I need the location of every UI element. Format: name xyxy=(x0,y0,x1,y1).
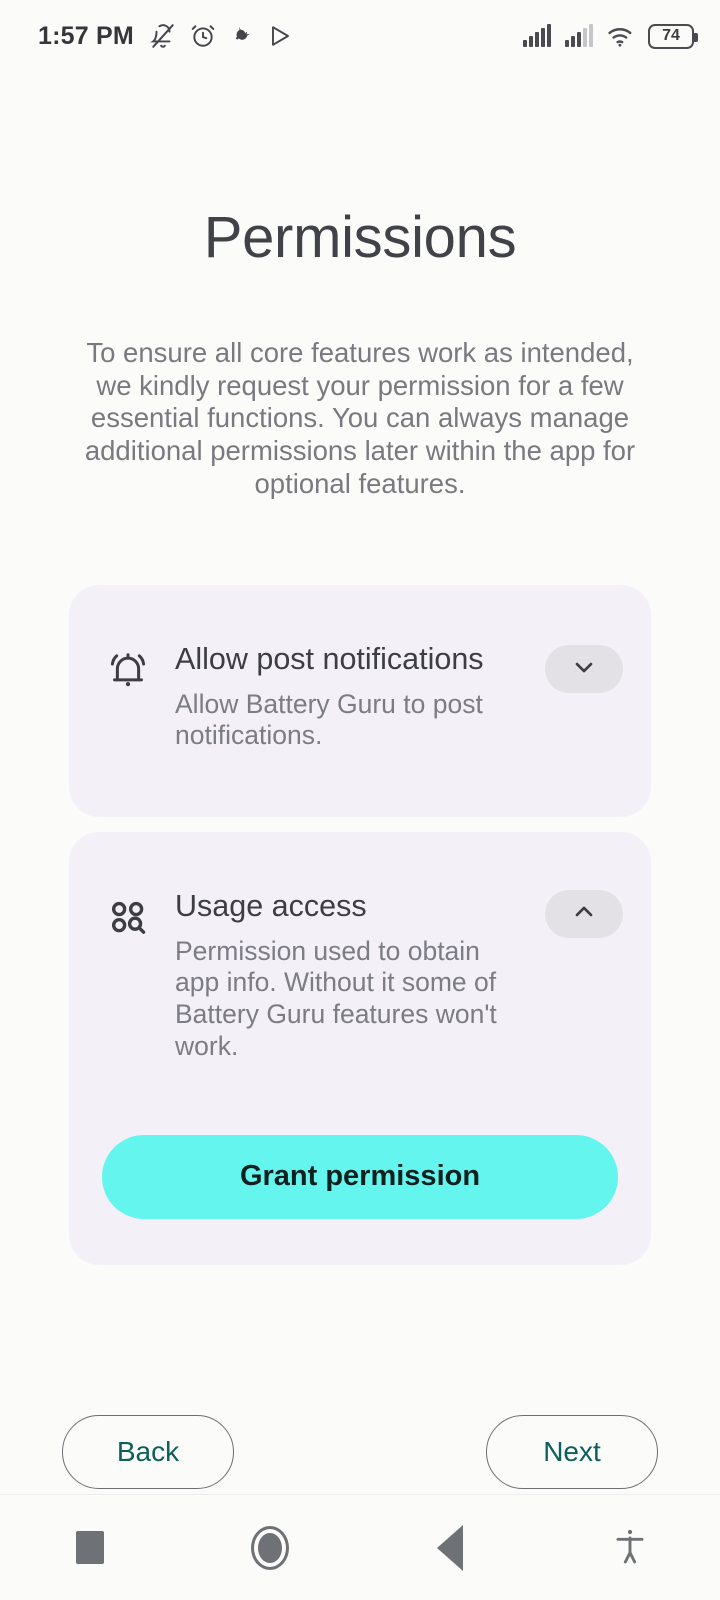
status-bar-clock: 1:57 PM xyxy=(38,21,134,50)
permission-card-header: Usage access Permission used to obtain a… xyxy=(97,832,623,1063)
expand-toggle-usage-access[interactable] xyxy=(545,889,623,938)
accessibility-icon xyxy=(614,1526,646,1569)
recents-square-icon xyxy=(76,1531,104,1564)
permissions-list: Allow post notifications Allow Battery G… xyxy=(69,584,651,1265)
phone-screen: 1:57 PM 74 Permissions To ensure all cor… xyxy=(0,0,720,1600)
system-navigation-bar xyxy=(0,1494,720,1600)
status-bar-left-icons xyxy=(149,23,292,49)
permission-card-post-notifications[interactable]: Allow post notifications Allow Battery G… xyxy=(69,584,651,817)
wifi-icon xyxy=(606,24,636,48)
status-bar: 1:57 PM 74 xyxy=(0,0,720,72)
accessibility-button[interactable] xyxy=(540,1495,720,1600)
permission-card-usage-access[interactable]: Usage access Permission used to obtain a… xyxy=(69,831,651,1265)
next-button[interactable]: Next xyxy=(486,1415,658,1489)
chevron-down-icon xyxy=(570,653,598,684)
recents-button[interactable] xyxy=(0,1495,180,1600)
back-triangle-icon xyxy=(437,1524,463,1571)
back-button[interactable]: Back xyxy=(62,1415,234,1489)
bell-ringing-icon xyxy=(97,643,159,693)
page-title: Permissions xyxy=(203,205,517,270)
permission-description: Allow Battery Guru to post notifications… xyxy=(175,688,483,751)
back-button-system[interactable] xyxy=(360,1495,540,1600)
main-content: Permissions To ensure all core features … xyxy=(0,72,720,1494)
chevron-up-icon xyxy=(570,898,598,929)
wizard-navigation: Back Next xyxy=(62,1415,658,1489)
play-store-icon xyxy=(268,24,292,48)
charging-plug-icon xyxy=(230,24,254,48)
alarm-icon xyxy=(190,23,216,49)
usage-access-icon xyxy=(97,890,159,940)
battery-level-text: 74 xyxy=(662,27,680,44)
bell-off-icon xyxy=(149,23,176,49)
permission-description: Permission used to obtain app info. With… xyxy=(175,935,497,1061)
expand-toggle-post-notifications[interactable] xyxy=(545,644,623,693)
signal-bars-2-icon xyxy=(564,24,594,48)
page-description: To ensure all core features work as inte… xyxy=(84,337,636,499)
battery-indicator: 74 xyxy=(648,23,698,49)
signal-bars-1-icon xyxy=(522,24,552,48)
grant-permission-button[interactable]: Grant permission xyxy=(102,1134,618,1219)
status-bar-right-icons: 74 xyxy=(522,23,698,49)
permission-title: Usage access xyxy=(175,888,367,923)
home-circle-icon xyxy=(251,1525,289,1570)
home-button[interactable] xyxy=(180,1495,360,1600)
